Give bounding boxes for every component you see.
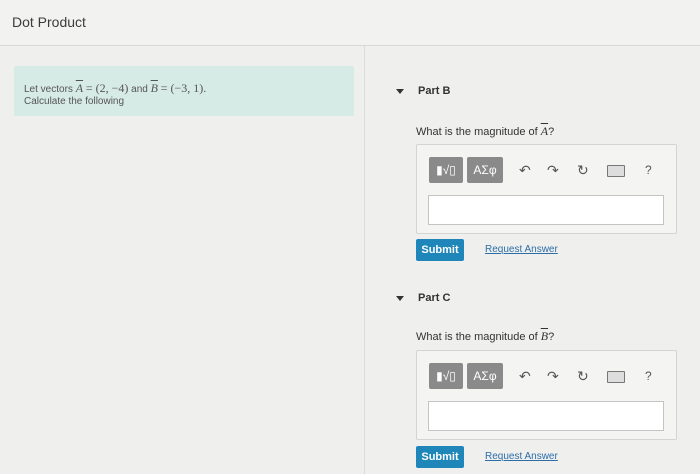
part-c-request-answer-link[interactable]: Request Answer	[485, 451, 558, 462]
help-icon[interactable]: ?	[645, 163, 652, 177]
reset-icon[interactable]: ↻	[577, 368, 589, 385]
problem-pane: Let vectors A = (2, −4) and B = (−3, 1).…	[0, 46, 365, 474]
keyboard-icon[interactable]	[607, 165, 625, 177]
question-vector: B	[540, 329, 549, 343]
parts-pane: Part B What is the magnitude of A? ▮√▯ Α…	[365, 46, 700, 474]
part-b-header[interactable]: Part B	[393, 78, 700, 108]
part-b-submit-button[interactable]: Submit	[416, 239, 464, 261]
part-c-submit-button[interactable]: Submit	[416, 446, 464, 468]
intro-prefix: Let vectors	[24, 84, 73, 95]
templates-button[interactable]: ▮√▯	[429, 157, 463, 183]
question-vector: A	[540, 124, 549, 138]
vector-a: A	[75, 81, 84, 95]
undo-icon[interactable]: ↶	[519, 162, 531, 179]
question-mark: ?	[548, 126, 555, 138]
vector-a-value: = (2, −4)	[85, 81, 129, 95]
problem-intro: Let vectors A = (2, −4) and B = (−3, 1).…	[14, 66, 354, 116]
collapse-caret-icon[interactable]	[396, 89, 404, 94]
greek-symbols-button[interactable]: ΑΣφ	[467, 157, 503, 183]
question-mark: ?	[548, 331, 555, 343]
part-b-answer-input[interactable]	[428, 195, 664, 225]
part-b-request-answer-link[interactable]: Request Answer	[485, 244, 558, 255]
question-text: What is the magnitude of	[416, 331, 538, 343]
part-c-answer-box: ▮√▯ ΑΣφ ↶ ↷ ↻ ?	[416, 350, 677, 440]
part-c-label: Part C	[418, 292, 451, 304]
reset-icon[interactable]: ↻	[577, 162, 589, 179]
math-toolbar: ▮√▯ ΑΣφ ↶ ↷ ↻ ?	[429, 157, 669, 183]
redo-icon[interactable]: ↷	[547, 368, 559, 385]
question-text: What is the magnitude of	[416, 126, 538, 138]
intro-line-1: Let vectors A = (2, −4) and B = (−3, 1).	[24, 81, 206, 96]
part-b-label: Part B	[418, 85, 451, 97]
intro-and: and	[131, 84, 148, 95]
part-c-answer-input[interactable]	[428, 401, 664, 431]
help-icon[interactable]: ?	[645, 369, 652, 383]
keyboard-icon[interactable]	[607, 371, 625, 383]
math-toolbar: ▮√▯ ΑΣφ ↶ ↷ ↻ ?	[429, 363, 669, 389]
page-title: Dot Product	[12, 14, 86, 30]
undo-icon[interactable]: ↶	[519, 368, 531, 385]
vector-b-value: = (−3, 1).	[160, 81, 207, 95]
page-header: Dot Product	[0, 0, 700, 46]
intro-line-2: Calculate the following	[24, 96, 125, 107]
greek-symbols-button[interactable]: ΑΣφ	[467, 363, 503, 389]
part-b-question: What is the magnitude of A?	[416, 124, 554, 139]
part-c-header[interactable]: Part C	[393, 285, 700, 315]
part-b-answer-box: ▮√▯ ΑΣφ ↶ ↷ ↻ ?	[416, 144, 677, 234]
templates-button[interactable]: ▮√▯	[429, 363, 463, 389]
redo-icon[interactable]: ↷	[547, 162, 559, 179]
part-c-question: What is the magnitude of B?	[416, 329, 554, 344]
collapse-caret-icon[interactable]	[396, 296, 404, 301]
vector-b: B	[150, 81, 158, 95]
